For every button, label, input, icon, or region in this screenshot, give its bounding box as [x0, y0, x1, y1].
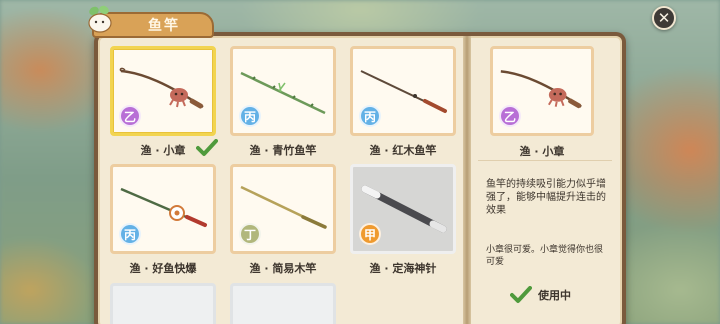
rod-name-label: 渔 · 青竹鱼竿	[249, 144, 317, 157]
rod-card-empty[interactable]	[230, 283, 336, 324]
grade-badge: 甲	[359, 223, 381, 245]
rod-card-qingzhu[interactable]: 丙	[230, 46, 336, 136]
book-spine	[463, 36, 471, 324]
check-icon	[510, 286, 532, 303]
grade-badge: 丙	[359, 105, 381, 127]
equip-status: 使用中	[510, 286, 571, 304]
close-button[interactable]: ✕	[652, 6, 676, 30]
radish-mascot-icon	[88, 5, 112, 33]
panel-title: 鱼竿	[148, 18, 180, 34]
detail-rod-name: 渔 · 小章	[519, 145, 565, 158]
grade-badge: 丁	[239, 223, 261, 245]
grade-badge: 丙	[119, 223, 141, 245]
rod-name-label: 渔 · 红木鱼竿	[369, 144, 437, 157]
rod-name-label: 渔 · 简易木竿	[249, 262, 317, 275]
rod-preview-card: 乙	[490, 46, 594, 136]
detail-flavor-text: 小章很可爱。小章觉得你也很可爱	[486, 245, 604, 267]
grade-badge: 丙	[239, 105, 261, 127]
rod-card-dinghai[interactable]: 甲	[350, 164, 456, 254]
rod-name-label: 渔 · 定海神针	[369, 262, 437, 275]
rod-card-jianyi[interactable]: 丁	[230, 164, 336, 254]
rod-name-label: 渔 · 好鱼快爆	[129, 262, 197, 275]
rod-card-hongmu[interactable]: 丙	[350, 46, 456, 136]
equip-status-label: 使用中	[538, 289, 571, 302]
rod-card-empty[interactable]	[110, 283, 216, 324]
rod-card-haoyu[interactable]: 丙	[110, 164, 216, 254]
close-icon: ✕	[657, 9, 671, 27]
rod-card-xiaozhang[interactable]: 乙	[110, 46, 216, 136]
grade-badge: 乙	[119, 105, 141, 127]
check-icon	[196, 139, 218, 156]
grade-badge: 乙	[499, 105, 521, 127]
divider	[478, 160, 612, 161]
detail-description: 鱼竿的持续吸引能力似乎增强了，能够中幅提升连击的效果	[486, 179, 606, 216]
